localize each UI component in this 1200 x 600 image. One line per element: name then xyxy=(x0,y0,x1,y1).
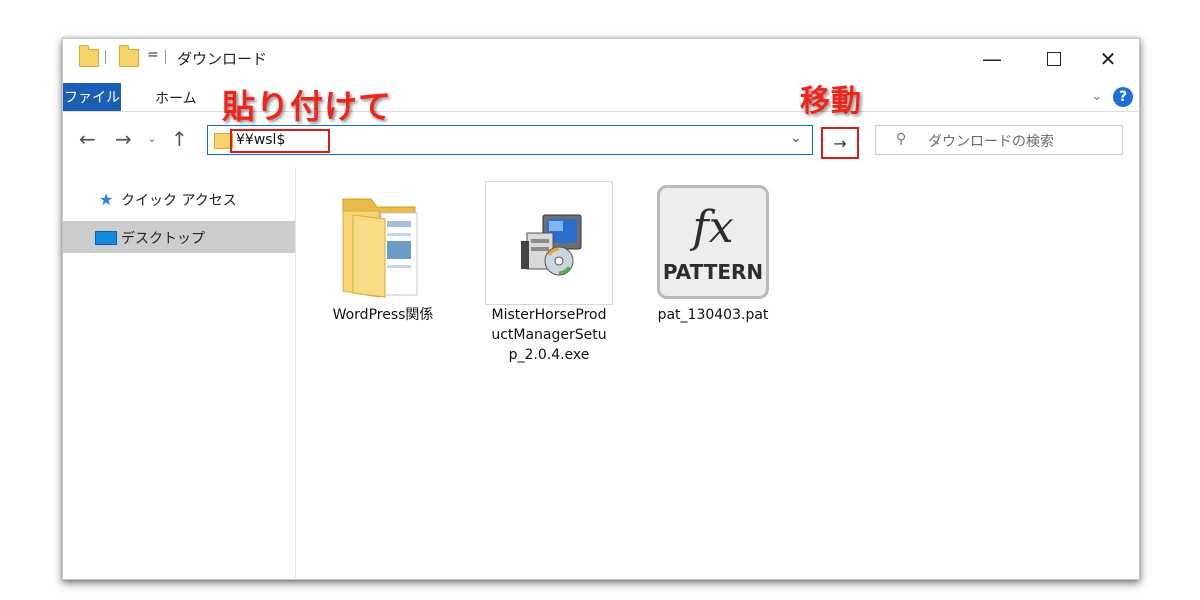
quick-access-folder-icon[interactable] xyxy=(119,45,139,67)
fx-icon-subtext: PATTERN xyxy=(662,260,764,284)
tab-home[interactable]: ホーム xyxy=(155,88,197,108)
file-item-installer[interactable]: MisterHorseProd uctManagerSetu p_2.0.4.e… xyxy=(485,181,613,365)
folder-icon xyxy=(319,181,447,299)
file-item-pattern[interactable]: fx PATTERN pat_130403.pat xyxy=(649,181,777,325)
recent-locations-button[interactable]: ⌄ xyxy=(147,131,157,145)
sidebar-item-label: デスクトップ xyxy=(121,231,205,247)
maximize-icon xyxy=(1047,52,1061,66)
file-name: pat_130403.pat xyxy=(657,307,769,323)
desktop-icon xyxy=(95,231,117,245)
ribbon-expand-icon[interactable]: ⌄ xyxy=(1091,88,1103,104)
search-icon: ⚲ xyxy=(896,131,907,147)
go-button[interactable]: → xyxy=(821,127,859,159)
address-bar[interactable]: ¥¥wsl$ ⌄ xyxy=(207,125,813,155)
fx-pattern-card: fx PATTERN xyxy=(657,185,769,299)
sidebar-item-desktop[interactable]: デスクトップ xyxy=(63,221,295,253)
star-icon: ★ xyxy=(99,190,114,209)
title-separator xyxy=(165,50,166,64)
help-icon[interactable]: ? xyxy=(1113,87,1133,107)
sidebar-item-quick-access[interactable]: ★ クイック アクセス xyxy=(63,183,295,215)
quick-access-toolbar-customize[interactable]: = xyxy=(147,47,159,63)
navigation-pane: ★ クイック アクセス デスクトップ xyxy=(63,167,296,578)
fx-icon-text: fx xyxy=(692,202,734,253)
minimize-button[interactable]: — xyxy=(969,39,1015,79)
paste-callout: 貼り付けて xyxy=(222,87,392,126)
file-name-line: MisterHorseProd xyxy=(491,307,607,323)
close-icon: ✕ xyxy=(1099,47,1117,71)
search-input[interactable]: ダウンロードの検索 xyxy=(928,131,1054,151)
forward-button[interactable]: → xyxy=(115,127,132,151)
installer-icon xyxy=(485,181,613,305)
folder-icon xyxy=(79,45,99,67)
sidebar-item-label: クイック アクセス xyxy=(121,193,237,209)
tab-file[interactable]: ファイル xyxy=(63,83,121,111)
close-button[interactable]: ✕ xyxy=(1085,39,1131,79)
up-button[interactable]: ↑ xyxy=(171,127,188,151)
file-name: WordPress関係 xyxy=(332,307,434,323)
search-box[interactable]: ⚲ ダウンロードの検索 xyxy=(875,125,1123,155)
address-input[interactable]: ¥¥wsl$ xyxy=(236,132,285,148)
file-item-folder[interactable]: WordPress関係 xyxy=(319,181,447,325)
address-dropdown-icon[interactable]: ⌄ xyxy=(790,130,802,146)
move-callout: 移動 xyxy=(800,84,862,119)
file-name-line: p_2.0.4.exe xyxy=(508,347,590,363)
back-button[interactable]: ← xyxy=(79,127,96,151)
title-separator xyxy=(105,50,106,64)
minimize-icon: — xyxy=(982,47,1002,71)
file-name: MisterHorseProd uctManagerSetu p_2.0.4.e… xyxy=(485,305,613,365)
title-bar: = ダウンロード — ✕ xyxy=(63,39,1139,83)
file-name-line: uctManagerSetu xyxy=(491,327,607,343)
fx-pattern-icon: fx PATTERN xyxy=(649,181,777,299)
maximize-button[interactable] xyxy=(1031,39,1077,79)
window-title: ダウンロード xyxy=(177,50,268,68)
arrow-right-icon: → xyxy=(833,133,847,153)
